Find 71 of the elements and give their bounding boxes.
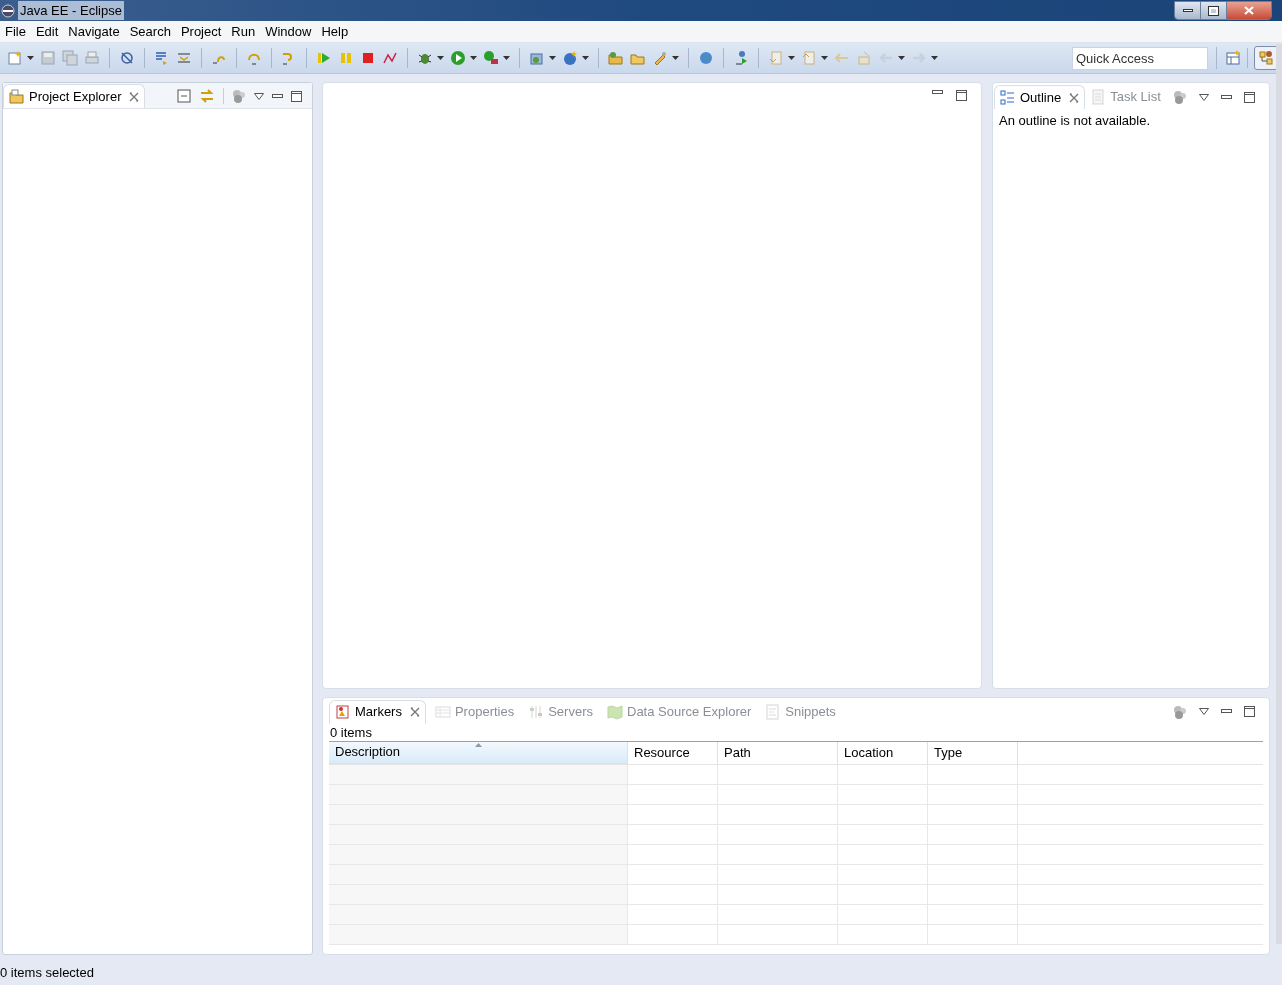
- circles-icon[interactable]: [232, 89, 246, 103]
- dropdown-caret-icon[interactable]: [437, 56, 444, 60]
- stop-icon[interactable]: [360, 50, 376, 66]
- lines-arrows-icon[interactable]: [176, 50, 192, 66]
- view-tab[interactable]: Markers: [329, 699, 426, 724]
- close-icon[interactable]: [1069, 92, 1080, 103]
- menu-item[interactable]: Navigate: [63, 19, 125, 44]
- view-tab[interactable]: Project Explorer: [3, 84, 146, 108]
- sliders-icon: [528, 703, 545, 720]
- markers-icon: [335, 704, 351, 721]
- table-icon: [434, 703, 451, 720]
- eclipse-logo-icon: [1, 3, 15, 18]
- quick-access-field[interactable]: Quick Access: [1072, 46, 1208, 70]
- close-icon[interactable]: [409, 707, 420, 718]
- x-icon: [1244, 6, 1254, 15]
- items-count: 0 items: [329, 723, 1263, 742]
- slashed-circle-icon[interactable]: [119, 50, 135, 66]
- window-title: Java EE - Eclipse: [18, 0, 124, 21]
- dropdown-caret-icon[interactable]: [672, 56, 679, 60]
- menu-item[interactable]: Window: [260, 19, 317, 44]
- minimize-icon[interactable]: [1221, 94, 1232, 100]
- minimize-button[interactable]: [1175, 2, 1201, 19]
- document-icon: [1090, 89, 1107, 105]
- view-menu-icon[interactable]: [1199, 93, 1209, 101]
- view-menu-icon[interactable]: [254, 92, 264, 100]
- collapse-all-icon[interactable]: [177, 89, 191, 103]
- maximize-icon[interactable]: [291, 90, 302, 102]
- column-header[interactable]: Description: [329, 741, 628, 764]
- minimize-icon[interactable]: [932, 90, 943, 95]
- close-button[interactable]: [1227, 2, 1271, 19]
- folder-icon: [9, 88, 25, 105]
- dropdown-caret-icon[interactable]: [788, 56, 795, 60]
- dropdown-caret-icon[interactable]: [821, 56, 828, 60]
- menu-item[interactable]: Edit: [30, 19, 64, 44]
- perspective-icon: [1258, 50, 1274, 66]
- sort-caret-icon[interactable]: [475, 742, 482, 747]
- minimize-icon[interactable]: [1221, 709, 1232, 715]
- java-ee-perspective-button[interactable]: [1254, 46, 1278, 70]
- view-menu-icon[interactable]: [1199, 708, 1209, 716]
- open-folder-icon[interactable]: [608, 50, 624, 66]
- menu-item[interactable]: Search: [124, 19, 176, 44]
- dropdown-caret-icon[interactable]: [898, 56, 905, 60]
- outline-message: An outline is not available.: [998, 112, 1152, 130]
- restore-button[interactable]: [1201, 2, 1227, 19]
- open-perspective-icon[interactable]: [1225, 50, 1241, 66]
- resume-icon[interactable]: [316, 50, 332, 66]
- status-message: 0 items selected: [0, 964, 94, 983]
- minimize-icon[interactable]: [272, 93, 283, 99]
- circles-icon[interactable]: [1173, 704, 1187, 719]
- menu-item[interactable]: Help: [316, 19, 354, 44]
- dropdown-caret-icon[interactable]: [470, 56, 477, 60]
- dropdown-caret-icon[interactable]: [27, 56, 34, 60]
- outline-tree-icon: [1000, 89, 1016, 106]
- maximize-icon[interactable]: [956, 90, 967, 101]
- maximize-icon[interactable]: [1244, 706, 1255, 718]
- dropdown-caret-icon[interactable]: [931, 56, 938, 60]
- menu-item[interactable]: Project: [175, 19, 227, 44]
- close-icon[interactable]: [129, 91, 140, 102]
- menu-item[interactable]: Run: [226, 19, 261, 44]
- map-icon: [607, 703, 623, 720]
- menu-item[interactable]: File: [0, 19, 31, 44]
- link-arrows-icon[interactable]: [199, 88, 215, 104]
- dropdown-caret-icon[interactable]: [503, 56, 510, 60]
- maximize-icon[interactable]: [1244, 91, 1255, 103]
- scrollbar[interactable]: [1276, 44, 1282, 944]
- snippet-icon: [765, 703, 782, 720]
- view-tab[interactable]: Outline: [994, 85, 1086, 109]
- dropdown-caret-icon[interactable]: [582, 56, 589, 60]
- globe-icon[interactable]: [698, 50, 714, 66]
- circles-icon[interactable]: [1173, 90, 1187, 104]
- dropdown-caret-icon[interactable]: [549, 56, 556, 60]
